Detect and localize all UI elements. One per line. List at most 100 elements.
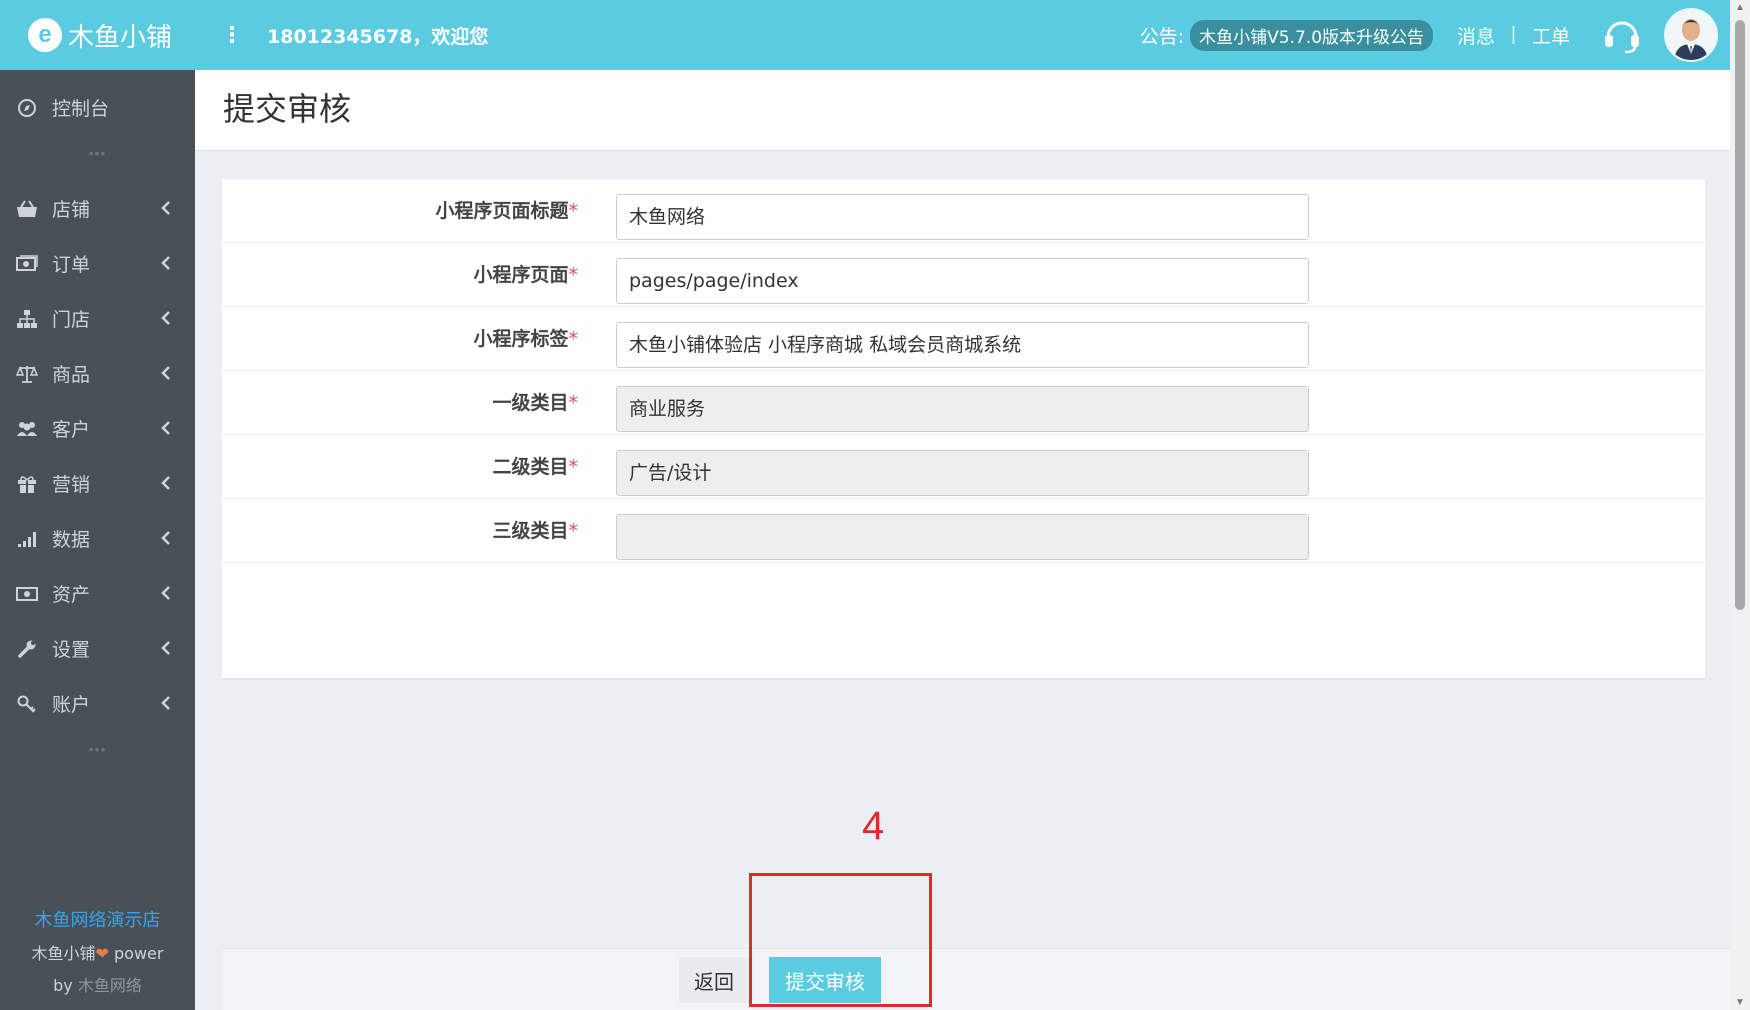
menu-dots-icon[interactable]: ⋮ — [217, 22, 247, 48]
key-icon — [16, 693, 38, 715]
required-mark: * — [568, 392, 579, 414]
power-text: 木鱼小铺❤ power — [0, 940, 195, 964]
chevron-left-icon — [161, 476, 170, 490]
sidebar-item-label: 资产 — [52, 584, 91, 606]
annotation-highlight-box — [749, 873, 932, 1007]
basket-icon — [16, 198, 38, 220]
logo-text: 木鱼小铺 — [68, 22, 173, 53]
field-label-text: 小程序页面标题 — [435, 200, 569, 222]
chevron-left-icon — [161, 586, 170, 600]
top-header: e 木鱼小铺 ⋮ 18012345678，欢迎您 公告: 木鱼小铺V5.7.0版… — [0, 0, 1730, 70]
sidebar-item-marketing[interactable]: 营销 — [0, 456, 195, 511]
chevron-left-icon — [161, 421, 170, 435]
chevron-left-icon — [161, 696, 170, 710]
page-title-input[interactable]: 木鱼网络 — [616, 194, 1309, 240]
user-avatar[interactable] — [1664, 8, 1718, 62]
sidebar-item-data[interactable]: 数据 — [0, 511, 195, 566]
cash-icon — [16, 253, 38, 275]
header-right: 公告: 木鱼小铺V5.7.0版本升级公告 消息 | 工单 — [1140, 8, 1730, 62]
back-button[interactable]: 返回 — [679, 957, 749, 1003]
field-label: 二级类目* — [492, 435, 578, 499]
required-mark: * — [568, 264, 579, 286]
category-2-input: 广告/设计 — [616, 450, 1309, 496]
form-row-page-path: 小程序页面* pages/page/index — [222, 243, 1705, 307]
logo-icon: e — [28, 18, 62, 52]
category-3-input — [616, 514, 1309, 560]
field-label: 一级类目* — [492, 371, 578, 435]
field-label: 小程序页面标题* — [435, 179, 578, 243]
field-label-text: 二级类目 — [492, 456, 569, 478]
logo[interactable]: e 木鱼小铺 — [0, 17, 195, 54]
compass-icon — [16, 97, 38, 119]
required-mark: * — [568, 328, 579, 350]
scrollbar-thumb[interactable] — [1735, 20, 1745, 610]
sidebar-item-label: 设置 — [52, 639, 91, 661]
sidebar-item-label: 店铺 — [52, 199, 91, 221]
sidebar-divider: ••• — [88, 741, 107, 757]
shop-name-link[interactable]: 木鱼网络演示店 — [0, 906, 195, 932]
form-row-category-3: 三级类目* — [222, 499, 1705, 563]
form-row-category-1: 一级类目* 商业服务 — [222, 371, 1705, 435]
welcome-text: 18012345678，欢迎您 — [267, 25, 489, 48]
signal-icon — [16, 528, 38, 550]
chevron-left-icon — [161, 641, 170, 655]
by-text: by 木鱼网络 — [0, 972, 195, 996]
annotation-step-number: 4 — [862, 804, 885, 848]
required-mark: * — [568, 200, 579, 222]
scroll-down-icon[interactable]: ▼ — [1730, 997, 1750, 1008]
sidebar: 控制台 ••• 店铺 订单 门店 商品 客户 营销 数据 资产 设置 账户 ••… — [0, 70, 195, 1010]
form-footer-bar: 返回 提交审核 — [222, 948, 1730, 1010]
power-prefix: 木鱼小铺 — [31, 944, 96, 963]
form-card: 小程序页面标题* 木鱼网络 小程序页面* pages/page/index 小程… — [222, 179, 1705, 680]
money-icon — [16, 583, 38, 605]
form-row-tags: 小程序标签* 木鱼小铺体验店 小程序商城 私域会员商城系统 — [222, 307, 1705, 371]
chevron-left-icon — [161, 201, 170, 215]
tickets-link[interactable]: 工单 — [1532, 22, 1570, 49]
sidebar-footer: 木鱼网络演示店 木鱼小铺❤ power by 木鱼网络 — [0, 900, 195, 1010]
required-mark: * — [568, 520, 579, 542]
scroll-up-icon[interactable]: ▲ — [1730, 2, 1750, 13]
chevron-left-icon — [161, 531, 170, 545]
header-separator: | — [1511, 24, 1516, 45]
sidebar-item-orders[interactable]: 订单 — [0, 236, 195, 291]
page-title: 提交审核 — [223, 90, 352, 128]
headset-icon[interactable] — [1602, 15, 1642, 55]
form-row-category-2: 二级类目* 广告/设计 — [222, 435, 1705, 499]
chevron-left-icon — [161, 311, 170, 325]
sidebar-item-assets[interactable]: 资产 — [0, 566, 195, 621]
category-1-input: 商业服务 — [616, 386, 1309, 432]
field-label-text: 小程序标签 — [473, 328, 569, 350]
by-prefix: by — [53, 976, 78, 995]
sidebar-item-label: 客户 — [52, 419, 91, 441]
wrench-icon — [16, 638, 38, 660]
scale-icon — [16, 363, 38, 385]
by-name: 木鱼网络 — [77, 976, 142, 995]
sitemap-icon — [16, 308, 38, 330]
sidebar-item-settings[interactable]: 设置 — [0, 621, 195, 676]
messages-link[interactable]: 消息 — [1457, 22, 1495, 49]
field-label: 小程序标签* — [473, 307, 578, 371]
power-suffix: power — [108, 944, 164, 963]
users-icon — [16, 418, 38, 440]
sidebar-divider: ••• — [88, 145, 107, 161]
field-label-text: 三级类目 — [492, 520, 569, 542]
sidebar-item-account[interactable]: 账户 — [0, 676, 195, 731]
chevron-left-icon — [161, 366, 170, 380]
sidebar-item-shop[interactable]: 店铺 — [0, 181, 195, 236]
notice-label: 公告: — [1139, 25, 1185, 48]
field-label: 小程序页面* — [473, 243, 578, 307]
sidebar-item-dashboard[interactable]: 控制台 — [0, 70, 195, 145]
page-path-input[interactable]: pages/page/index — [616, 258, 1309, 304]
tags-input[interactable]: 木鱼小铺体验店 小程序商城 私域会员商城系统 — [616, 322, 1309, 368]
sidebar-item-label: 控制台 — [52, 98, 110, 120]
gift-icon — [16, 473, 38, 495]
field-label: 三级类目* — [492, 499, 578, 563]
notice-badge[interactable]: 木鱼小铺V5.7.0版本升级公告 — [1190, 19, 1434, 51]
required-mark: * — [568, 456, 579, 478]
vertical-scrollbar[interactable]: ▲ ▼ — [1730, 0, 1750, 1010]
sidebar-item-stores[interactable]: 门店 — [0, 291, 195, 346]
sidebar-item-label: 商品 — [52, 364, 91, 386]
sidebar-item-label: 数据 — [52, 529, 91, 551]
sidebar-item-products[interactable]: 商品 — [0, 346, 195, 401]
sidebar-item-customers[interactable]: 客户 — [0, 401, 195, 456]
